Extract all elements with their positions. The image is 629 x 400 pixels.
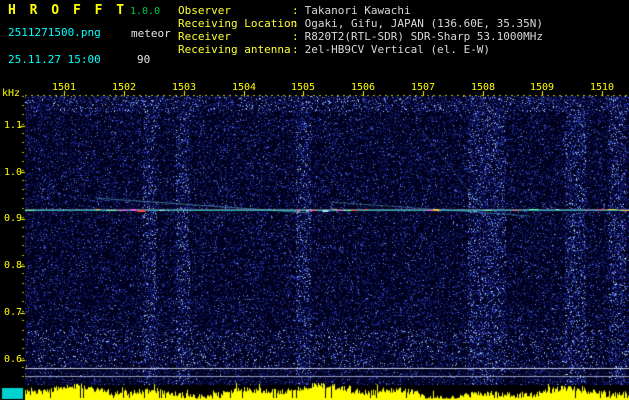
info-label: Receiving antenna — [178, 43, 291, 56]
freq-tick-label: 0.8 — [4, 260, 23, 271]
observer-info: Observer : Takanori Kawachi Receiving Lo… — [178, 4, 543, 56]
freq-tick-label: 0.9 — [4, 213, 23, 224]
time-tick-label: 1509 — [529, 82, 555, 93]
info-row: Receiving Location : Ogaki, Gifu, JAPAN … — [178, 17, 543, 30]
time-tick-label: 1504 — [231, 82, 257, 93]
time-tick-label: 1507 — [410, 82, 436, 93]
info-label: Receiving Location — [178, 17, 298, 30]
info-row: Observer : Takanori Kawachi — [178, 4, 543, 17]
spectrogram-canvas — [0, 80, 629, 400]
hrofft-window: H R O F F T 1.0.0 2511271500.png meteor … — [0, 0, 629, 400]
info-value: 2el-HB9CV Vertical (el. E-W) — [304, 43, 491, 56]
time-tick-label: 1506 — [350, 82, 376, 93]
info-separator: : — [292, 30, 299, 43]
info-label: Receiver — [178, 30, 231, 43]
info-row: Receiving antenna : 2el-HB9CV Vertical (… — [178, 43, 543, 56]
freq-tick-label: 0.7 — [4, 307, 23, 318]
time-tick-label: 1501 — [51, 82, 77, 93]
info-separator: : — [292, 17, 299, 30]
time-tick-label: 1508 — [470, 82, 496, 93]
info-value: R820T2(RTL-SDR) SDR-Sharp 53.1000MHz — [304, 30, 544, 43]
time-tick-label: 1503 — [171, 82, 197, 93]
freq-unit-label: kHz — [2, 88, 21, 99]
freq-tick-label: 0.6 — [4, 354, 23, 365]
info-row: Receiver : R820T2(RTL-SDR) SDR-Sharp 53.… — [178, 30, 543, 43]
time-tick-label: 1505 — [290, 82, 316, 93]
mode-label: meteor — [131, 27, 171, 40]
app-version: 1.0.0 — [130, 6, 161, 17]
freq-tick-label: 1.1 — [4, 120, 23, 131]
info-separator: : — [292, 43, 299, 56]
info-value: Takanori Kawachi — [304, 4, 411, 17]
header-param: 90 — [137, 53, 151, 66]
info-value: Ogaki, Gifu, JAPAN (136.60E, 35.35N) — [304, 17, 544, 30]
freq-tick-label: 1.0 — [4, 167, 23, 178]
output-filename: 2511271500.png — [8, 26, 101, 39]
time-tick-label: 1510 — [589, 82, 615, 93]
info-separator: : — [292, 4, 299, 17]
time-tick-label: 1502 — [111, 82, 137, 93]
app-title: H R O F F T — [8, 3, 128, 18]
timestamp: 25.11.27 15:00 — [8, 53, 101, 66]
info-label: Observer — [178, 4, 231, 17]
